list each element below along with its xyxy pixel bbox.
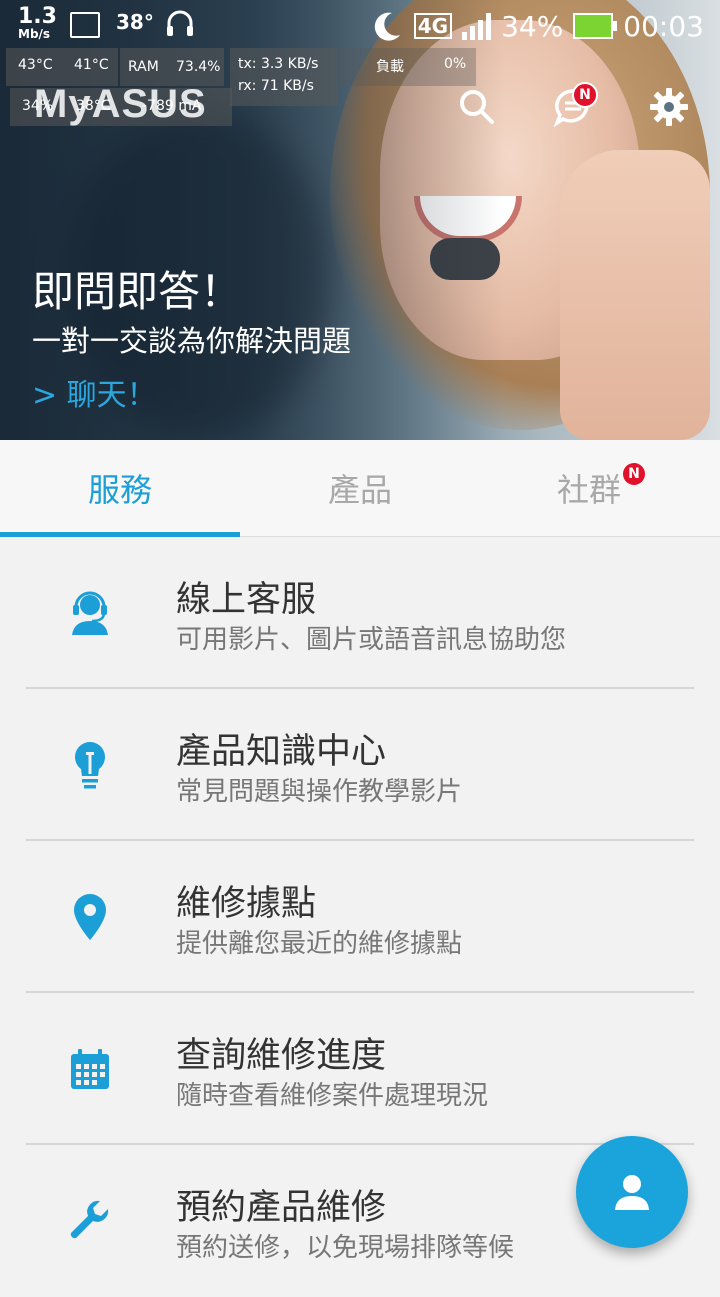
cpu-temp2: 41°C [74,57,109,73]
tx-rate: tx: 3.3 KB/s [238,56,319,72]
tab-products-label: 產品 [327,471,392,509]
service-repair-status[interactable]: 查詢維修進度 隨時查看維修案件處理現況 [0,993,720,1145]
service-knowledge-center[interactable]: 產品知識中心 常見問題與操作教學影片 [0,689,720,841]
battery-icon [573,13,618,39]
wrench-icon [64,1195,116,1247]
moon-icon [374,12,400,41]
service-title: 線上客服 [176,580,317,620]
ram-label: RAM [128,59,159,75]
service-title: 預約產品維修 [176,1188,387,1228]
cpu-temp: 43°C [18,57,53,73]
status-right: 4G 34% 00:03 [370,6,704,46]
battery-percent: 34% [501,9,564,43]
headset-icon [64,587,116,639]
tab-services[interactable]: 服務 [0,440,240,536]
net-speed: 1.3 Mb/s [18,4,57,41]
hero-subtitle: 一對一交談為你解決問題 [32,324,352,358]
cpu-temp-overlay: 43°C 41°C [6,48,118,86]
load-value: 0% [444,56,467,72]
search-icon [460,90,494,124]
service-subtitle: 預約送修，以免現場排隊等候 [176,1233,515,1263]
tab-products[interactable]: 產品 [240,440,480,536]
service-subtitle: 提供離您最近的維修據點 [176,929,463,959]
rx-rate: rx: 71 KB/s [238,78,314,94]
ram-overlay: RAM 73.4% [120,48,224,86]
tab-services-label: 服務 [87,471,152,509]
messages-button[interactable]: N [546,80,600,134]
service-title: 查詢維修進度 [176,1036,387,1076]
net-speed-value: 1.3 [18,4,57,29]
service-online-support[interactable]: 線上客服 可用影片、圖片或語音訊息協助您 [0,537,720,689]
service-subtitle: 隨時查看維修案件處理現況 [176,1081,489,1111]
community-badge: N [623,463,645,485]
service-repair-locations[interactable]: 維修據點 提供離您最近的維修據點 [0,841,720,993]
tab-bar: 服務 產品 社群 N [0,440,720,537]
chat-link[interactable]: > 聊天！ [32,370,157,414]
ram-value: 73.4% [176,59,221,75]
person-icon [615,1175,649,1210]
service-subtitle: 常見問題與操作教學影片 [176,777,463,807]
hero-headline: 即問即答！ [32,267,243,316]
tab-community[interactable]: 社群 N [480,440,720,536]
tab-community-label: 社群 [556,471,621,509]
location-pin-icon [64,891,116,943]
load-label: 負載 [376,59,404,75]
service-subtitle: 可用影片、圖片或語音訊息協助您 [176,625,567,655]
settings-button[interactable] [642,80,696,134]
service-title: 產品知識中心 [176,732,387,772]
clock: 00:03 [623,9,704,43]
traffic-overlay: tx: 3.3 KB/s rx: 71 KB/s [230,48,338,106]
messages-badge: N [572,82,598,108]
search-button[interactable] [450,80,504,134]
service-title: 維修據點 [176,884,317,924]
image-icon [70,12,100,38]
app-title: MyASUS [34,82,207,126]
network-type: 4G [413,13,453,39]
status-bar: 1.3 Mb/s 38° 4G 34% 00:03 [0,0,720,50]
signal-icon [462,12,492,40]
gear-icon [650,88,688,126]
contact-fab[interactable] [576,1136,688,1248]
net-speed-unit: Mb/s [18,27,51,41]
calendar-icon [64,1043,116,1095]
headphones-icon [167,10,193,36]
lightbulb-icon [64,739,116,791]
temperature: 38° [116,10,154,34]
